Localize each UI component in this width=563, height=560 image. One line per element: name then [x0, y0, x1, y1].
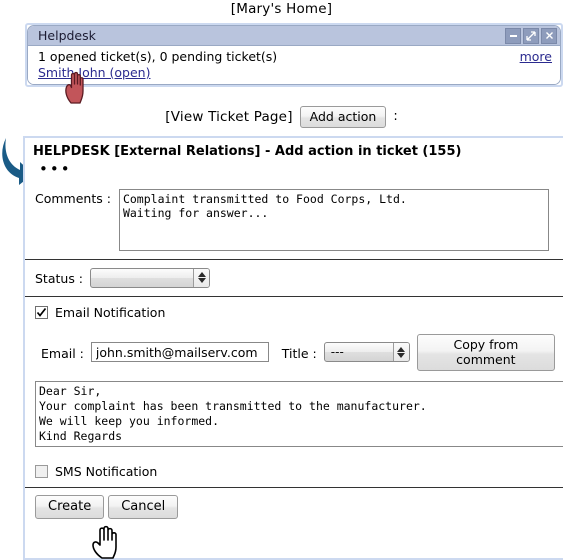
helpdesk-widget-header: Helpdesk: [28, 26, 560, 46]
title-label: Title :: [281, 345, 317, 361]
title-select-arrows: [392, 343, 409, 362]
sms-notification-label: SMS Notification: [55, 463, 158, 479]
create-button[interactable]: Create: [35, 494, 105, 519]
comments-textarea[interactable]: Complaint transmitted to Food Corps, Ltd…: [118, 188, 549, 251]
helpdesk-widget-frame: Helpdesk 1 opened ticket(s), 0 pending t…: [27, 25, 561, 85]
title-select-value: ---: [330, 345, 344, 360]
trailing-colon: :: [393, 109, 398, 125]
status-select[interactable]: [90, 267, 211, 288]
comments-section: Comments : Complaint transmitted to Food…: [25, 181, 563, 259]
sms-notification-checkbox[interactable]: [35, 464, 48, 478]
email-body-textarea[interactable]: Dear Sir, Your complaint has been transm…: [35, 380, 563, 447]
view-ticket-page-caption: [View Ticket Page]: [165, 108, 293, 125]
status-label: Status :: [35, 271, 84, 286]
title-select[interactable]: ---: [323, 342, 410, 363]
status-select-arrows: [193, 268, 210, 287]
sms-notification-checkbox-row[interactable]: SMS Notification: [35, 464, 555, 479]
window-controls: [505, 27, 557, 44]
chevron-down-icon: [197, 278, 206, 283]
email-notification-checkbox-row[interactable]: Email Notification: [35, 305, 555, 320]
email-input[interactable]: [90, 342, 269, 363]
minimize-icon: [509, 35, 517, 37]
form-title: HELPDESK [External Relations] - Add acti…: [33, 144, 462, 159]
checkmark-icon: [36, 307, 47, 317]
ticket-link-smith-john[interactable]: Smith John (open): [38, 65, 150, 80]
ellipsis-indicator: •••: [39, 160, 72, 178]
email-label: Email :: [41, 345, 84, 361]
chevron-down-icon: [397, 352, 406, 358]
ticket-summary-row: 1 opened ticket(s), 0 pending ticket(s) …: [38, 49, 552, 64]
marys-home-caption: [Mary's Home]: [230, 1, 333, 17]
close-icon: [545, 32, 553, 39]
comments-label: Comments :: [35, 190, 111, 206]
status-row: Status :: [35, 267, 555, 288]
chevron-up-icon: [397, 346, 406, 352]
helpdesk-widget-title: Helpdesk: [38, 28, 96, 43]
more-link[interactable]: more: [520, 49, 552, 64]
status-select-value: [91, 269, 193, 287]
email-notification-section: Email Notification Email : Title : --- C…: [25, 295, 563, 487]
ticket-count-summary: 1 opened ticket(s), 0 pending ticket(s): [38, 49, 278, 64]
minimize-button[interactable]: [505, 27, 521, 44]
email-body-row: Dear Sir, Your complaint has been transm…: [35, 380, 563, 450]
maximize-icon: [526, 30, 536, 41]
email-notification-label: Email Notification: [55, 304, 166, 320]
email-notification-checkbox[interactable]: [35, 305, 48, 319]
email-fields-row: Email : Title : --- Copy from comment: [35, 333, 555, 371]
cancel-button[interactable]: Cancel: [108, 494, 179, 519]
maximize-button[interactable]: [523, 27, 539, 44]
helpdesk-widget: Helpdesk 1 opened ticket(s), 0 pending t…: [25, 23, 563, 87]
status-section: Status :: [25, 258, 563, 296]
view-ticket-page-row: [View Ticket Page] Add action :: [0, 106, 563, 128]
add-action-button[interactable]: Add action: [299, 106, 387, 128]
copy-from-comment-button[interactable]: Copy from comment: [416, 333, 555, 371]
close-button[interactable]: [541, 27, 557, 44]
comments-row: Comments : Complaint transmitted to Food…: [35, 188, 555, 251]
ticket-form-panel: HELPDESK [External Relations] - Add acti…: [23, 136, 563, 560]
chevron-up-icon: [197, 272, 206, 277]
helpdesk-widget-body: 1 opened ticket(s), 0 pending ticket(s) …: [28, 46, 560, 84]
form-actions-section: Create Cancel: [25, 486, 563, 519]
